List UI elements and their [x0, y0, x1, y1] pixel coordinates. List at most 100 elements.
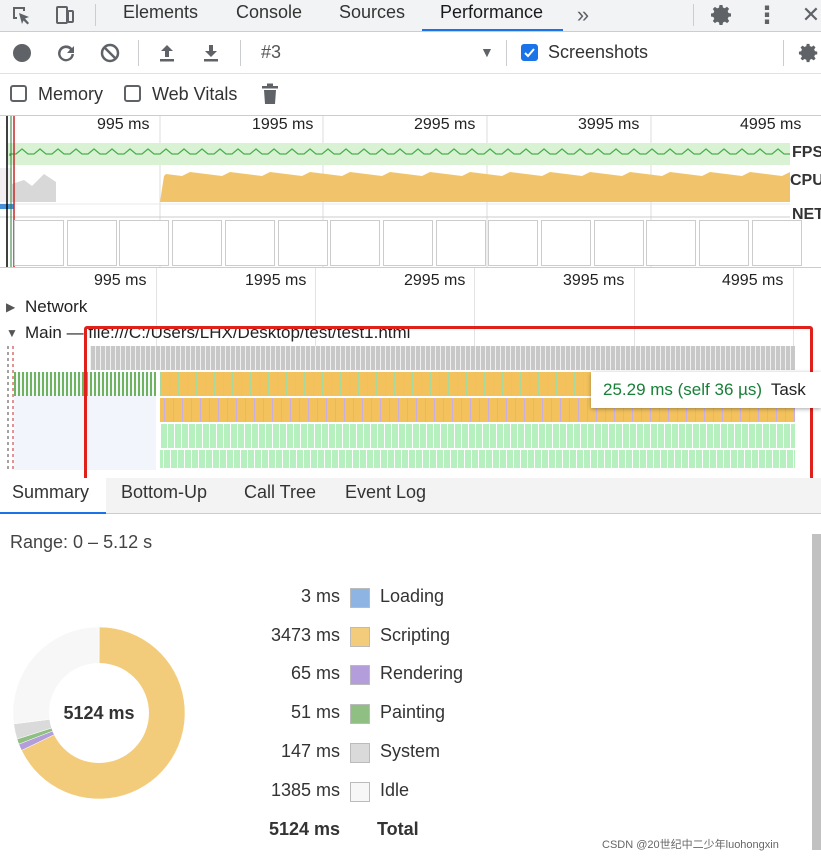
toolbar-separator	[783, 40, 784, 66]
tab-summary[interactable]: Summary	[0, 478, 106, 514]
save-profile-button[interactable]	[197, 39, 225, 67]
legend-name: System	[380, 741, 441, 761]
timeline-tick: 2995 ms	[404, 272, 466, 289]
summary-scrollbar[interactable]	[812, 534, 821, 850]
collapse-triangle-icon[interactable]: ▼	[6, 326, 18, 340]
performance-toolbar: #3 ▼ Screenshots	[0, 32, 821, 74]
checkmark-icon	[524, 48, 535, 58]
download-icon	[204, 45, 218, 62]
screenshot-thumbnail[interactable]	[172, 220, 223, 266]
web-vitals-label: Web Vitals	[152, 84, 238, 104]
screenshot-thumbnail[interactable]	[382, 220, 433, 266]
legend-value: 3 ms	[300, 586, 340, 606]
timeline-tick: 4995 ms	[722, 272, 784, 289]
legend-row-loading: 3 ms Loading	[200, 584, 500, 614]
kebab-menu-icon[interactable]: ⋮	[752, 0, 782, 30]
reload-icon	[58, 45, 74, 62]
screenshot-thumbnail[interactable]	[277, 220, 328, 266]
cpu-label: CPU	[790, 172, 821, 190]
screenshots-checkbox[interactable]	[521, 44, 538, 61]
toolbar-separator	[506, 40, 507, 66]
legend-row-painting: 51 ms Painting	[200, 700, 500, 730]
screenshot-thumbnail[interactable]	[593, 220, 644, 266]
inspect-element-icon[interactable]	[6, 0, 36, 30]
collect-garbage-button[interactable]	[256, 80, 284, 108]
screenshot-thumbnail[interactable]	[435, 220, 486, 266]
performance-options-bar: Memory Web Vitals	[0, 74, 821, 116]
record-button[interactable]	[8, 39, 36, 67]
trash-icon	[262, 83, 278, 104]
profile-select[interactable]: #3	[261, 42, 281, 63]
screenshot-thumbnail[interactable]	[14, 220, 64, 266]
legend-value: 51 ms	[290, 702, 340, 722]
legend-total-value: 5124 ms	[268, 819, 340, 839]
tab-separator	[95, 4, 96, 26]
screenshot-thumbnail[interactable]	[751, 220, 802, 266]
flame-tooltip: 25.29 ms (self 36 µs) Task	[591, 372, 821, 408]
range-label: Range: 0 – 5.12 s	[10, 532, 153, 552]
overview-tick: 4995 ms	[740, 116, 802, 133]
tab-console[interactable]: Console	[236, 0, 302, 31]
legend-swatch	[350, 588, 370, 608]
overview-tick: 1995 ms	[252, 116, 314, 133]
toolbar-separator	[138, 40, 139, 66]
legend-row-system: 147 ms System	[200, 739, 500, 769]
legend-swatch	[350, 627, 370, 647]
screenshot-thumbnail[interactable]	[699, 220, 750, 266]
tab-elements[interactable]: Elements	[123, 0, 198, 31]
legend-value: 1385 ms	[270, 780, 340, 800]
legend-swatch	[350, 665, 370, 685]
legend-swatch	[350, 782, 370, 802]
tab-event-log[interactable]: Event Log	[345, 482, 426, 503]
web-vitals-checkbox[interactable]	[124, 85, 141, 102]
donut-total: 5124 ms	[63, 703, 135, 723]
more-tabs-icon[interactable]: »	[568, 0, 598, 30]
legend-name: Rendering	[380, 663, 464, 683]
screenshots-label: Screenshots	[548, 42, 649, 62]
capture-settings-button[interactable]	[795, 39, 821, 67]
expand-triangle-icon[interactable]: ▶	[6, 300, 15, 314]
clear-button[interactable]	[96, 39, 124, 67]
screenshot-thumbnail[interactable]	[646, 220, 697, 266]
tooltip-time: 25.29 ms (self 36 µs)	[603, 380, 763, 399]
legend-row-total: 5124 ms Total	[200, 817, 500, 847]
legend-total-label: Total	[377, 819, 419, 839]
gear-icon	[798, 43, 818, 63]
timeline-tick: 1995 ms	[245, 272, 307, 289]
legend-value: 65 ms	[290, 663, 340, 683]
device-toolbar-icon[interactable]	[50, 0, 80, 30]
screenshot-thumbnail[interactable]	[224, 220, 275, 266]
legend-value: 3473 ms	[270, 625, 340, 645]
screenshot-thumbnail[interactable]	[119, 220, 170, 266]
tab-sources[interactable]: Sources	[339, 0, 405, 31]
summary-panel: Range: 0 – 5.12 s 5124 ms 3 ms Loading 3…	[0, 514, 821, 861]
devtools-tab-bar: Elements Console Sources Performance » ⋮…	[0, 0, 821, 32]
overview-tick: 2995 ms	[414, 116, 476, 133]
close-icon[interactable]: ✕	[796, 0, 821, 30]
reload-profile-button[interactable]	[52, 39, 80, 67]
memory-label: Memory	[38, 84, 104, 104]
tab-call-tree[interactable]: Call Tree	[244, 482, 316, 503]
legend-row-scripting: 3473 ms Scripting	[200, 623, 500, 653]
legend-name: Scripting	[380, 625, 451, 645]
legend-swatch	[350, 704, 370, 724]
screenshot-thumbnail[interactable]	[330, 220, 381, 266]
timeline-tick: 3995 ms	[563, 272, 625, 289]
screenshot-thumbnail[interactable]	[66, 220, 117, 266]
fps-label: FPS	[792, 144, 821, 162]
dropdown-arrow-icon[interactable]: ▼	[480, 44, 494, 60]
timeline-overview[interactable]: 995 ms 1995 ms 2995 ms 3995 ms 4995 ms F…	[0, 116, 821, 268]
legend-swatch	[350, 743, 370, 763]
network-track-label[interactable]: Network	[25, 297, 87, 317]
load-profile-button[interactable]	[153, 39, 181, 67]
legend-row-idle: 1385 ms Idle	[200, 778, 500, 808]
screenshot-thumbnail[interactable]	[541, 220, 591, 266]
memory-checkbox[interactable]	[10, 85, 27, 102]
legend-name: Painting	[380, 702, 446, 722]
toolbar-separator	[240, 40, 241, 66]
settings-gear-icon[interactable]	[707, 0, 737, 30]
legend-name: Idle	[380, 780, 410, 800]
screenshot-thumbnail[interactable]	[488, 220, 539, 266]
tab-bottom-up[interactable]: Bottom-Up	[121, 482, 207, 503]
tab-performance[interactable]: Performance	[422, 0, 563, 31]
